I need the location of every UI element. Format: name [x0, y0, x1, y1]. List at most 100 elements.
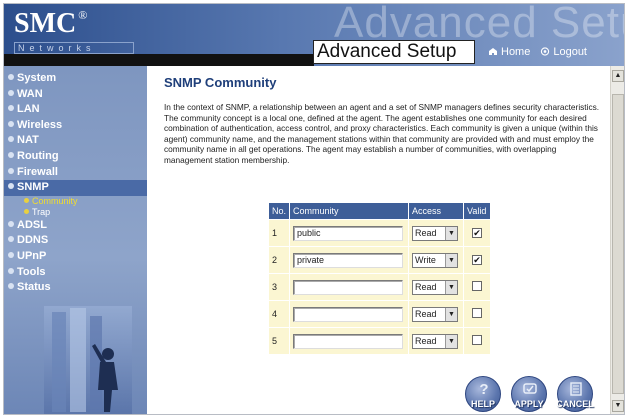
bullet-icon — [8, 251, 14, 258]
sidebar-item-label: Tools — [17, 265, 46, 278]
sidebar-item-system[interactable]: System — [4, 71, 147, 87]
sidebar-item-label: SNMP — [17, 181, 49, 194]
valid-checkbox[interactable] — [472, 308, 483, 318]
access-cell: Read ▼ — [409, 220, 464, 246]
person-illustration — [44, 306, 132, 414]
bullet-icon — [8, 236, 14, 243]
sidebar-item-label: NAT — [17, 134, 39, 147]
sidebar-item-community[interactable]: Community — [4, 196, 147, 207]
header-band — [4, 54, 314, 66]
sidebar-item-adsl[interactable]: ADSL — [4, 218, 147, 234]
home-link[interactable]: Home — [488, 46, 530, 58]
valid-checkbox[interactable]: ✔ — [472, 255, 483, 265]
table-header-row: No. Community Access Valid — [269, 203, 491, 219]
sidebar-item-label: UPnP — [17, 249, 47, 262]
valid-cell — [464, 301, 491, 327]
header-no: No. — [269, 203, 290, 219]
sidebar-item-label: WAN — [17, 87, 43, 100]
sidebar-item-nat[interactable]: NAT — [4, 133, 147, 149]
bullet-icon — [8, 167, 14, 174]
logout-link[interactable]: Logout — [540, 46, 587, 58]
community-cell: public — [290, 220, 409, 246]
sidebar-item-label: LAN — [17, 103, 40, 116]
bullet-icon — [8, 74, 14, 80]
table-row: 3 Read ▼ — [269, 274, 491, 300]
bullet-icon — [24, 208, 29, 214]
community-name-input[interactable]: private — [293, 252, 404, 268]
access-select[interactable]: Read ▼ — [412, 306, 459, 322]
community-name-input[interactable] — [293, 333, 404, 349]
chevron-down-icon: ▼ — [445, 280, 458, 294]
valid-cell — [464, 328, 491, 354]
community-name-input[interactable] — [293, 279, 404, 295]
row-number: 3 — [269, 274, 290, 300]
bullet-icon — [8, 220, 14, 227]
access-select[interactable]: Read ▼ — [412, 225, 459, 241]
vertical-scrollbar[interactable]: ▲ ▼ — [610, 66, 624, 414]
valid-cell: ✔ — [464, 247, 491, 273]
sidebar-nav: System WAN LAN Wireless NAT Routing Firewall SN… — [4, 66, 147, 296]
chevron-down-icon: ▼ — [445, 307, 458, 321]
sidebar-item-ddns[interactable]: DDNS — [4, 233, 147, 249]
access-cell: Write ▼ — [409, 247, 464, 273]
sidebar-item-lan[interactable]: LAN — [4, 102, 147, 118]
header-access: Access — [409, 203, 464, 219]
description-text: In the context of SNMP, a relationship b… — [164, 102, 600, 165]
sidebar-item-wireless[interactable]: Wireless — [4, 118, 147, 134]
sidebar-item-wan[interactable]: WAN — [4, 87, 147, 103]
valid-checkbox[interactable] — [472, 335, 483, 345]
sidebar-item-firewall[interactable]: Firewall — [4, 165, 147, 181]
community-name-input[interactable] — [293, 306, 404, 322]
cancel-icon — [570, 382, 582, 396]
sidebar-item-tools[interactable]: Tools — [4, 265, 147, 281]
table-row: 4 Read ▼ — [269, 301, 491, 327]
cancel-button[interactable]: CANCEL — [556, 376, 594, 412]
row-number: 5 — [269, 328, 290, 354]
scroll-up-button[interactable]: ▲ — [612, 70, 624, 82]
valid-cell: ✔ — [464, 220, 491, 246]
community-cell — [290, 274, 409, 300]
valid-checkbox[interactable]: ✔ — [472, 228, 483, 238]
scroll-down-button[interactable]: ▼ — [612, 400, 624, 412]
header-community: Community — [290, 203, 409, 219]
valid-checkbox[interactable] — [472, 281, 483, 291]
access-select[interactable]: Write ▼ — [412, 252, 459, 268]
sidebar-item-status[interactable]: Status — [4, 280, 147, 296]
chevron-down-icon: ▼ — [445, 334, 458, 348]
row-number: 2 — [269, 247, 290, 273]
help-button[interactable]: ? HELP — [465, 376, 501, 412]
sidebar-item-trap[interactable]: Trap — [4, 207, 147, 218]
arrow-up-icon: ▲ — [614, 72, 622, 79]
bullet-icon — [8, 283, 14, 290]
sidebar-item-label: System — [17, 72, 57, 84]
sidebar-item-snmp[interactable]: SNMP — [4, 180, 147, 196]
svg-text:?: ? — [479, 381, 488, 397]
bullet-icon — [8, 120, 14, 127]
row-number: 1 — [269, 220, 290, 246]
home-icon — [489, 48, 497, 55]
access-select[interactable]: Read ▼ — [412, 333, 459, 349]
sidebar-item-routing[interactable]: Routing — [4, 149, 147, 165]
access-cell: Read ▼ — [409, 328, 464, 354]
logout-icon — [541, 47, 550, 56]
sidebar-item-label: Status — [17, 281, 51, 294]
page-section-title: Advanced Setup — [313, 40, 475, 64]
access-select[interactable]: Read ▼ — [412, 279, 459, 295]
scroll-thumb[interactable] — [612, 94, 624, 394]
community-table: No. Community Access Valid 1 public Read ▼ ✔… — [268, 202, 492, 355]
main-content: SNMP Community In the context of SNMP, a… — [154, 66, 608, 414]
apply-button[interactable]: APPLY — [511, 376, 547, 412]
community-cell — [290, 301, 409, 327]
app-frame: Advanced Setup SMC® Networks Advanced Se… — [3, 3, 625, 415]
valid-cell — [464, 274, 491, 300]
community-name-input[interactable]: public — [293, 225, 404, 241]
header: Advanced Setup SMC® Networks Advanced Se… — [4, 4, 624, 66]
bullet-icon — [8, 183, 14, 190]
arrow-down-icon: ▼ — [614, 402, 622, 409]
sidebar-item-label: Community — [32, 195, 78, 206]
access-value: Read — [415, 308, 437, 319]
networks-label: Networks — [14, 42, 134, 54]
sidebar-item-upnp[interactable]: UPnP — [4, 249, 147, 265]
page-title: SNMP Community — [164, 75, 277, 90]
top-links: Home Logout — [488, 46, 587, 58]
